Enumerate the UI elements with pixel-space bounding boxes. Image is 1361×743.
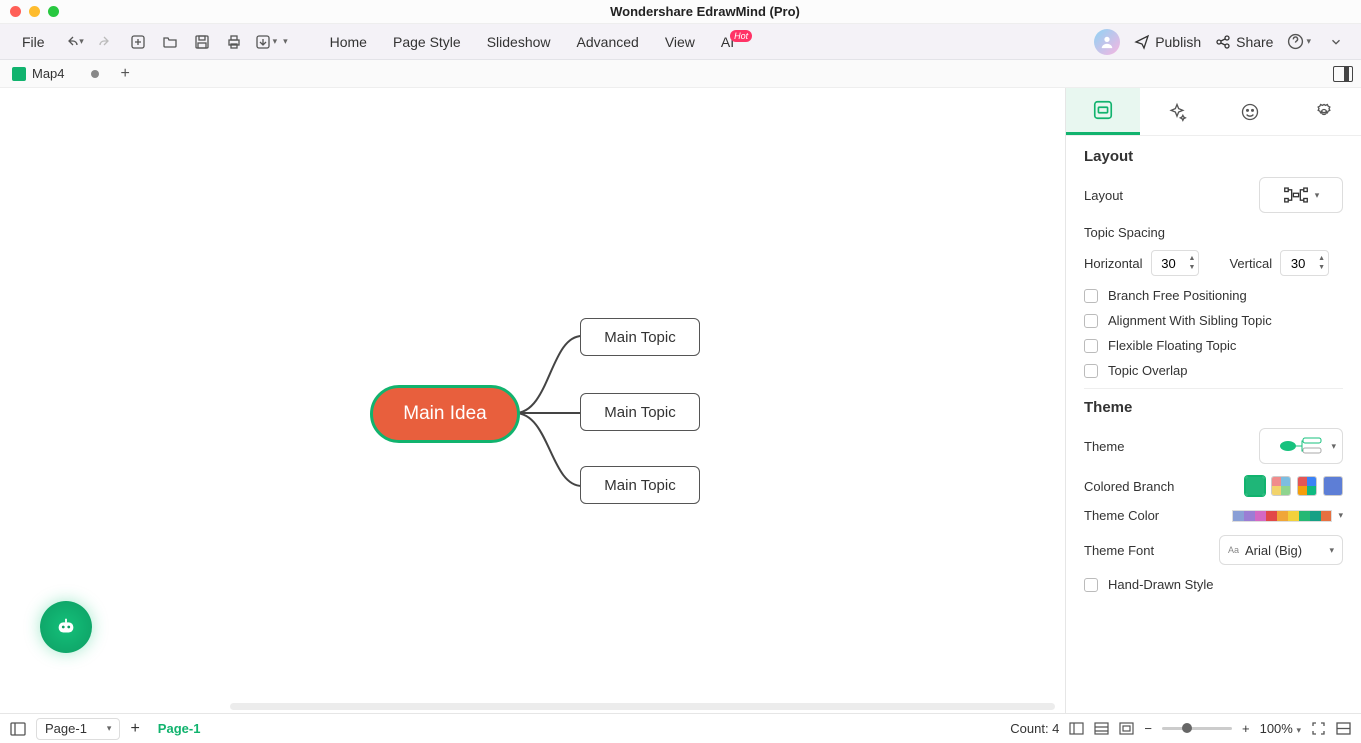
layout-picker[interactable]: ▾ [1259, 177, 1343, 213]
swatch-4[interactable] [1323, 476, 1343, 496]
checkbox-branch-free[interactable] [1084, 289, 1098, 303]
redo-button[interactable] [95, 31, 117, 53]
swatch-2[interactable] [1271, 476, 1291, 496]
view-mode-3[interactable] [1119, 722, 1134, 735]
document-tab[interactable]: Map4 [4, 64, 107, 83]
menu-advanced[interactable]: Advanced [569, 30, 647, 54]
main-toolbar: File ▾ ▾▾ Home Page Style Slideshow Adva… [0, 24, 1361, 60]
font-aa-icon: Aa [1228, 545, 1239, 555]
horizontal-spacing-input[interactable]: ▲▼ [1151, 250, 1200, 276]
theme-font-picker[interactable]: Aa Arial (Big) ▾ [1219, 535, 1343, 565]
share-icon [1215, 34, 1231, 50]
close-window-button[interactable] [10, 6, 21, 17]
theme-color-picker[interactable] [1232, 510, 1332, 522]
new-tab-button[interactable]: + [115, 65, 136, 83]
menu-home[interactable]: Home [322, 30, 375, 54]
properties-panel: Layout Layout ▾ Topic Spacing Horizontal… [1065, 88, 1361, 713]
window-controls [10, 6, 59, 17]
menu-page-style[interactable]: Page Style [385, 30, 469, 54]
topic-spacing-label: Topic Spacing [1084, 225, 1343, 240]
zoom-in-button[interactable]: + [1242, 721, 1250, 736]
root-node[interactable]: Main Idea [370, 385, 520, 443]
collapse-panel-button[interactable] [1336, 722, 1351, 735]
topic-node[interactable]: Main Topic [580, 393, 700, 431]
hot-badge: Hot [730, 30, 752, 42]
horizontal-scrollbar[interactable] [230, 703, 1055, 710]
panel-tab-settings[interactable] [1287, 88, 1361, 135]
node-count: Count: 4 [1010, 721, 1059, 736]
add-page-button[interactable]: + [130, 720, 139, 738]
gear-icon [1314, 102, 1334, 122]
section-title-theme: Theme [1084, 399, 1343, 416]
fullscreen-button[interactable] [1311, 721, 1326, 736]
new-button[interactable] [127, 31, 149, 53]
theme-font-label: Theme Font [1084, 543, 1154, 558]
help-button[interactable]: ▾ [1287, 31, 1311, 53]
zoom-out-button[interactable]: − [1144, 721, 1152, 736]
undo-button[interactable]: ▾ [63, 31, 85, 53]
vertical-spacing-input[interactable]: ▲▼ [1280, 250, 1329, 276]
theme-color-label: Theme Color [1084, 508, 1159, 523]
app-title: Wondershare EdrawMind (Pro) [59, 4, 1351, 19]
ai-assistant-button[interactable] [40, 601, 92, 653]
canvas[interactable]: Main Idea Main Topic Main Topic Main Top… [0, 88, 1065, 713]
layout-icon [1283, 185, 1309, 205]
layout-icon [1092, 99, 1114, 121]
status-bar: Page-1 ▾ + Page-1 Count: 4 − + 100% ▾ [0, 713, 1361, 743]
layout-label: Layout [1084, 188, 1123, 203]
checkbox-alignment[interactable] [1084, 314, 1098, 328]
checkbox-flexible-floating[interactable] [1084, 339, 1098, 353]
sparkle-icon [1167, 102, 1187, 122]
topic-node[interactable]: Main Topic [580, 318, 700, 356]
menu-slideshow[interactable]: Slideshow [479, 30, 559, 54]
theme-label: Theme [1084, 439, 1124, 454]
panel-tab-emoji[interactable] [1214, 88, 1288, 135]
publish-icon [1134, 34, 1150, 50]
window-titlebar: Wondershare EdrawMind (Pro) [0, 0, 1361, 24]
panel-tab-style[interactable] [1140, 88, 1214, 135]
menu-view[interactable]: View [657, 30, 703, 54]
section-title-layout: Layout [1084, 148, 1343, 165]
panel-toggle-button[interactable] [1333, 66, 1353, 82]
maximize-window-button[interactable] [48, 6, 59, 17]
zoom-level[interactable]: 100% ▾ [1260, 721, 1301, 736]
theme-preview-icon [1277, 434, 1325, 458]
page-dropdown[interactable]: Page-1 ▾ [36, 718, 120, 740]
print-button[interactable] [223, 31, 245, 53]
share-button[interactable]: Share [1215, 34, 1273, 50]
menu-ai[interactable]: AIHot [713, 30, 764, 54]
outline-toggle[interactable] [10, 722, 26, 736]
swatch-1[interactable] [1245, 476, 1265, 496]
topic-node[interactable]: Main Topic [580, 466, 700, 504]
colored-branch-swatches [1245, 476, 1343, 496]
view-mode-1[interactable] [1069, 722, 1084, 735]
document-tabs: Map4 + [0, 60, 1361, 88]
checkbox-hand-drawn[interactable] [1084, 578, 1098, 592]
colored-branch-label: Colored Branch [1084, 479, 1174, 494]
zoom-slider[interactable] [1162, 727, 1232, 730]
panel-tab-layout[interactable] [1066, 88, 1140, 135]
active-page-tab[interactable]: Page-1 [150, 721, 209, 736]
minimize-window-button[interactable] [29, 6, 40, 17]
save-button[interactable] [191, 31, 213, 53]
doc-icon [12, 67, 26, 81]
smiley-icon [1240, 102, 1260, 122]
publish-button[interactable]: Publish [1134, 34, 1201, 50]
view-mode-2[interactable] [1094, 722, 1109, 735]
bot-icon [55, 616, 77, 638]
horizontal-label: Horizontal [1084, 256, 1143, 271]
panel-tabs [1066, 88, 1361, 136]
open-button[interactable] [159, 31, 181, 53]
export-button[interactable]: ▾▾ [255, 31, 288, 53]
vertical-label: Vertical [1229, 256, 1272, 271]
swatch-3[interactable] [1297, 476, 1317, 496]
more-dropdown[interactable] [1325, 31, 1347, 53]
tab-label: Map4 [32, 66, 65, 81]
unsaved-indicator [91, 70, 99, 78]
checkbox-topic-overlap[interactable] [1084, 364, 1098, 378]
file-menu[interactable]: File [14, 30, 53, 54]
user-avatar[interactable] [1094, 29, 1120, 55]
theme-picker[interactable]: ▾ [1259, 428, 1343, 464]
